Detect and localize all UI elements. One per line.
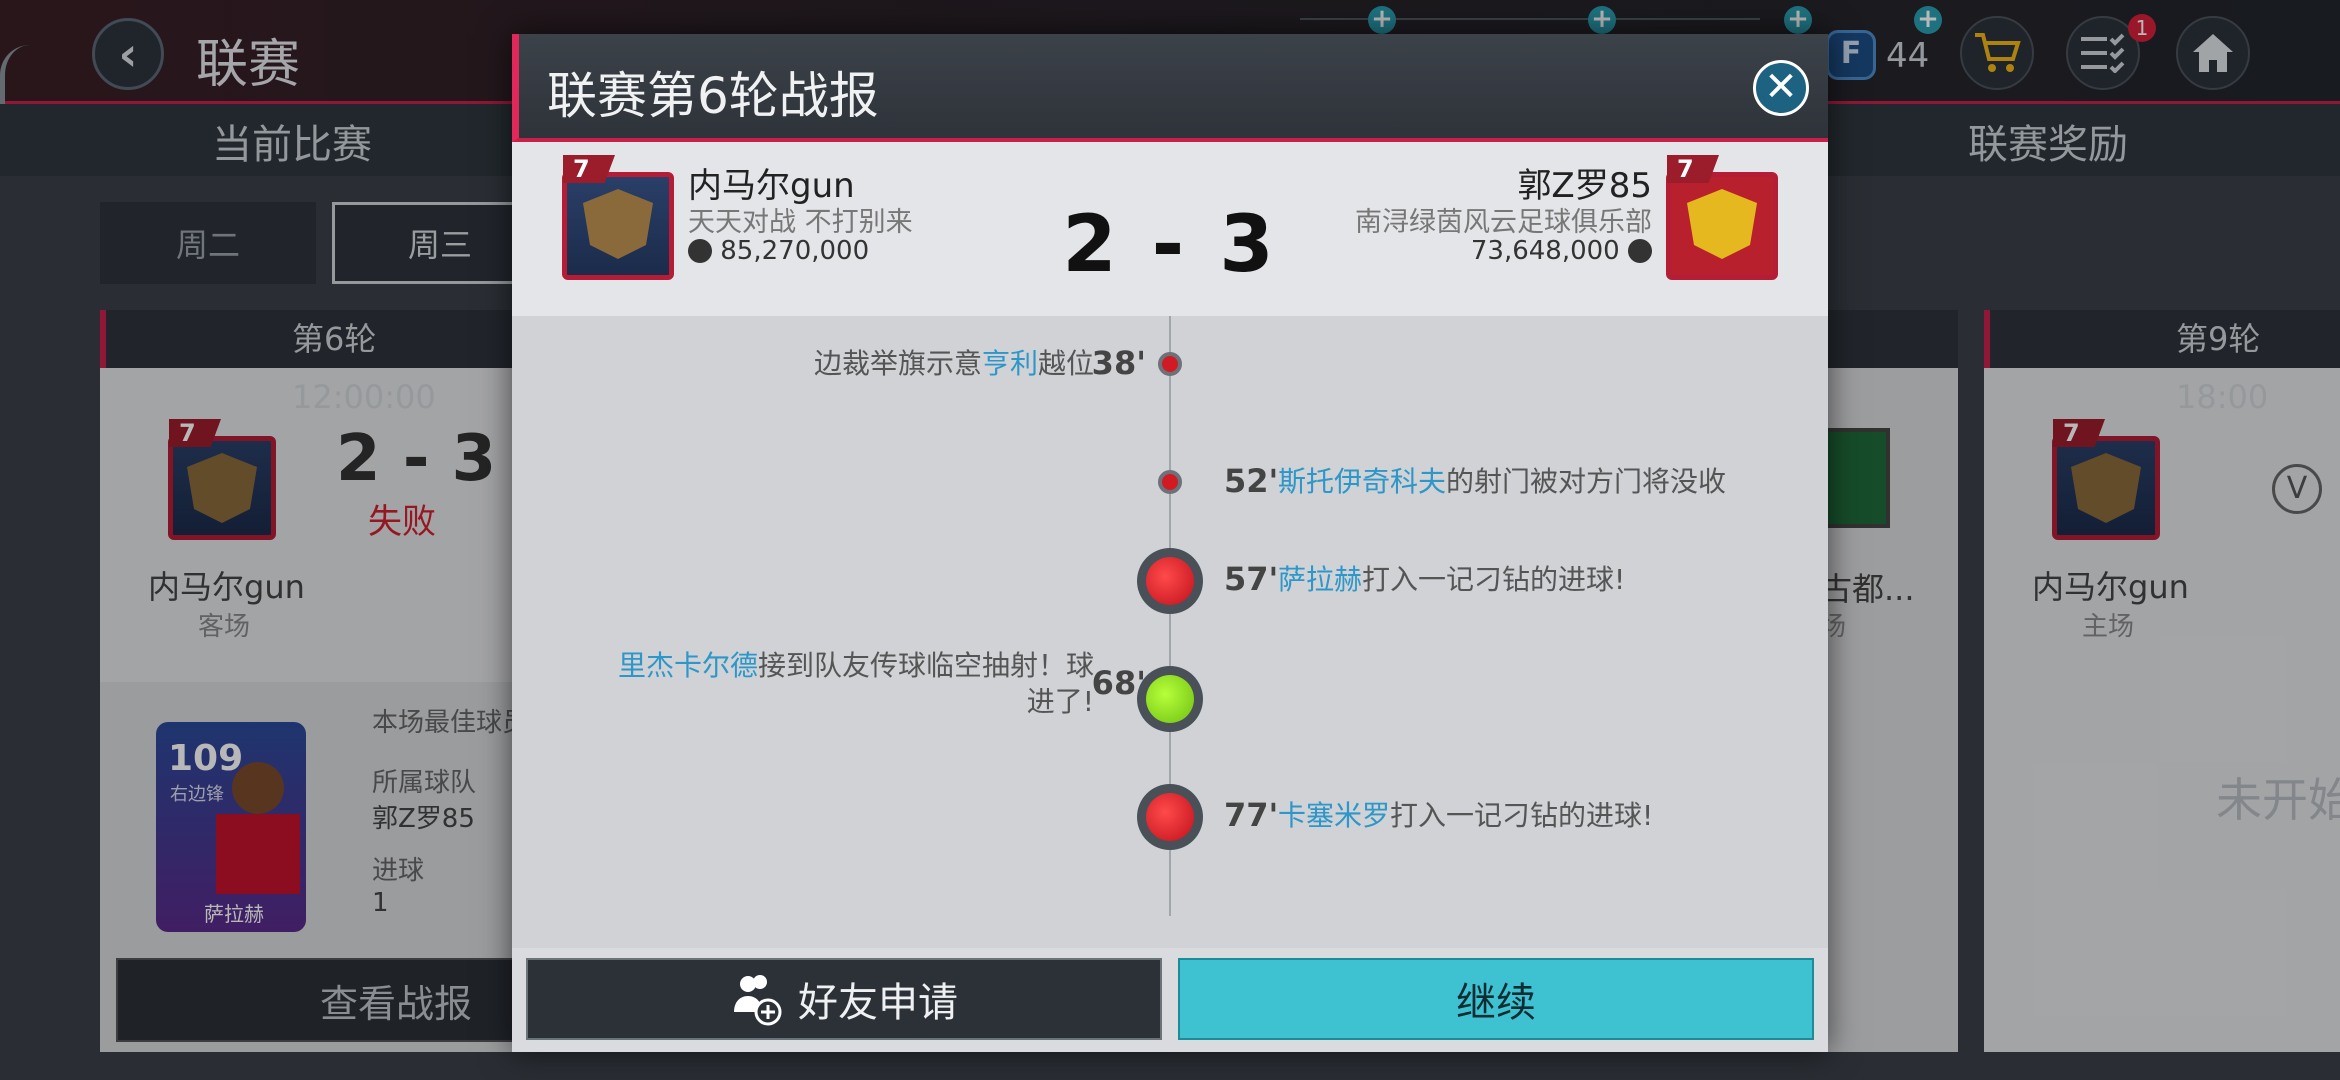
friend-request-button[interactable]: 好友申请 — [526, 958, 1162, 1040]
event-timeline: 边裁举旗示意亨利越位 38' 52' 斯托伊奇科夫的射门被对方门将没收 57' … — [512, 316, 1828, 916]
continue-button[interactable]: 继续 — [1178, 958, 1814, 1040]
away-goal-ball-icon — [1137, 784, 1203, 850]
event-minute: 38' — [1091, 344, 1146, 382]
away-team-value: 73,648,000 — [1471, 236, 1652, 266]
event-text: 萨拉赫打入一记刁钻的进球! — [1278, 563, 1626, 596]
add-friend-icon — [734, 975, 782, 1026]
friend-request-label: 好友申请 — [798, 980, 958, 1026]
event-text: 里杰卡尔德接到队友传球临空抽射！球进了! — [617, 649, 1094, 718]
dialog-footer: 好友申请 继续 — [512, 948, 1828, 1052]
away-team-club: 南浔绿茵风云足球俱乐部 — [1355, 207, 1652, 238]
away-goal-ball-icon — [1137, 548, 1203, 614]
home-goal-ball-icon — [1137, 666, 1203, 732]
dialog-header: 联赛第6轮战报 ✕ — [512, 34, 1828, 142]
away-team-crest: 7 — [1666, 155, 1778, 280]
close-icon: ✕ — [1764, 64, 1798, 110]
dialog-title: 联赛第6轮战报 — [547, 67, 879, 125]
save-marker-icon — [1158, 470, 1182, 494]
shirt-icon — [1628, 239, 1652, 263]
event-text: 斯托伊奇科夫的射门被对方门将没收 — [1278, 465, 1727, 498]
close-button[interactable]: ✕ — [1753, 60, 1809, 116]
matchup-panel: 7 内马尔gun 天天对战 不打别来 85,270,000 2 - 3 郭Z罗8… — [512, 142, 1828, 316]
event-minute: 57' — [1224, 560, 1279, 598]
event-text: 边裁举旗示意亨利越位 — [813, 347, 1094, 380]
event-minute: 77' — [1224, 796, 1279, 834]
offside-marker-icon — [1158, 352, 1182, 376]
match-report-dialog: 联赛第6轮战报 ✕ 7 内马尔gun 天天对战 不打别来 85,270,000 … — [512, 34, 1828, 1052]
event-minute: 52' — [1224, 462, 1279, 500]
event-text: 卡塞米罗打入一记刁钻的进球! — [1278, 799, 1654, 832]
away-team-value-text: 73,648,000 — [1470, 236, 1620, 266]
